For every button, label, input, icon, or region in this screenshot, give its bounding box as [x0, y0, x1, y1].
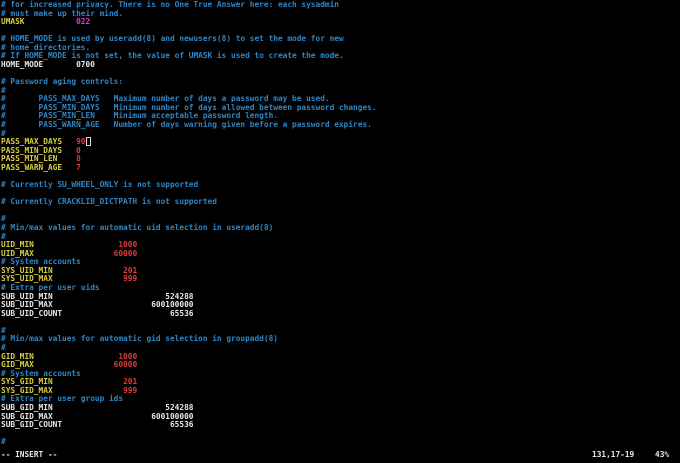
line-text: PASS_WARN_AGE [1, 162, 77, 172]
line-text: HOME_MODE 0700 [1, 60, 95, 70]
mode-indicator: -- INSERT -- [1, 450, 58, 459]
line-text: # [1, 437, 6, 446]
line-text: # Password aging controls: [1, 77, 124, 87]
line-text: 999 [123, 274, 138, 284]
line-text: SUB_GID_COUNT 65536 [1, 420, 194, 430]
line-text: 7 [76, 162, 81, 172]
editor-line: SUB_UID_COUNT 65536 [1, 309, 193, 318]
text-cursor [85, 137, 91, 147]
line-text: # Currently CRACKLIB_DICTPATH is not sup… [1, 197, 217, 207]
line-text: SUB_UID_COUNT 65536 [1, 308, 194, 318]
editor-line: HOME_MODE 0700 [1, 60, 95, 69]
editor-line: # Password aging controls: [1, 77, 123, 86]
editor-line: UMASK 022 [1, 17, 90, 26]
editor-line: # Currently CRACKLIB_DICTPATH is not sup… [1, 197, 217, 206]
status-bar: -- INSERT -- 131,17-19 43% [0, 446, 680, 463]
cursor-position: 131,17-19 [592, 450, 635, 459]
scroll-percent: 43% [655, 450, 670, 459]
line-text: # Min/max values for automatic uid selec… [1, 222, 274, 232]
line-text: 60000 [113, 360, 138, 370]
editor-line: PASS_WARN_AGE 7 [1, 163, 81, 172]
editor-line: SUB_GID_COUNT 65536 [1, 420, 193, 429]
line-text: # PASS_WARN_AGE Number of days warning g… [1, 120, 372, 130]
line-text: 022 [76, 17, 91, 27]
line-text: 60000 [113, 248, 138, 258]
editor-line: # PASS_WARN_AGE Number of days warning g… [1, 120, 372, 129]
editor-line: # [1, 437, 6, 446]
line-text: UMASK [1, 17, 77, 27]
line-text: # Min/max values for automatic gid selec… [1, 334, 278, 344]
editor-line: # Currently SU_WHEEL_ONLY is not support… [1, 180, 198, 189]
editor-line: # Min/max values for automatic uid selec… [1, 223, 273, 232]
line-text: 999 [123, 385, 138, 395]
line-text: # Currently SU_WHEEL_ONLY is not support… [1, 180, 199, 190]
editor-text-area[interactable]: # for increased privacy. There is no One… [0, 0, 680, 446]
editor-line: # Min/max values for automatic gid selec… [1, 334, 278, 343]
